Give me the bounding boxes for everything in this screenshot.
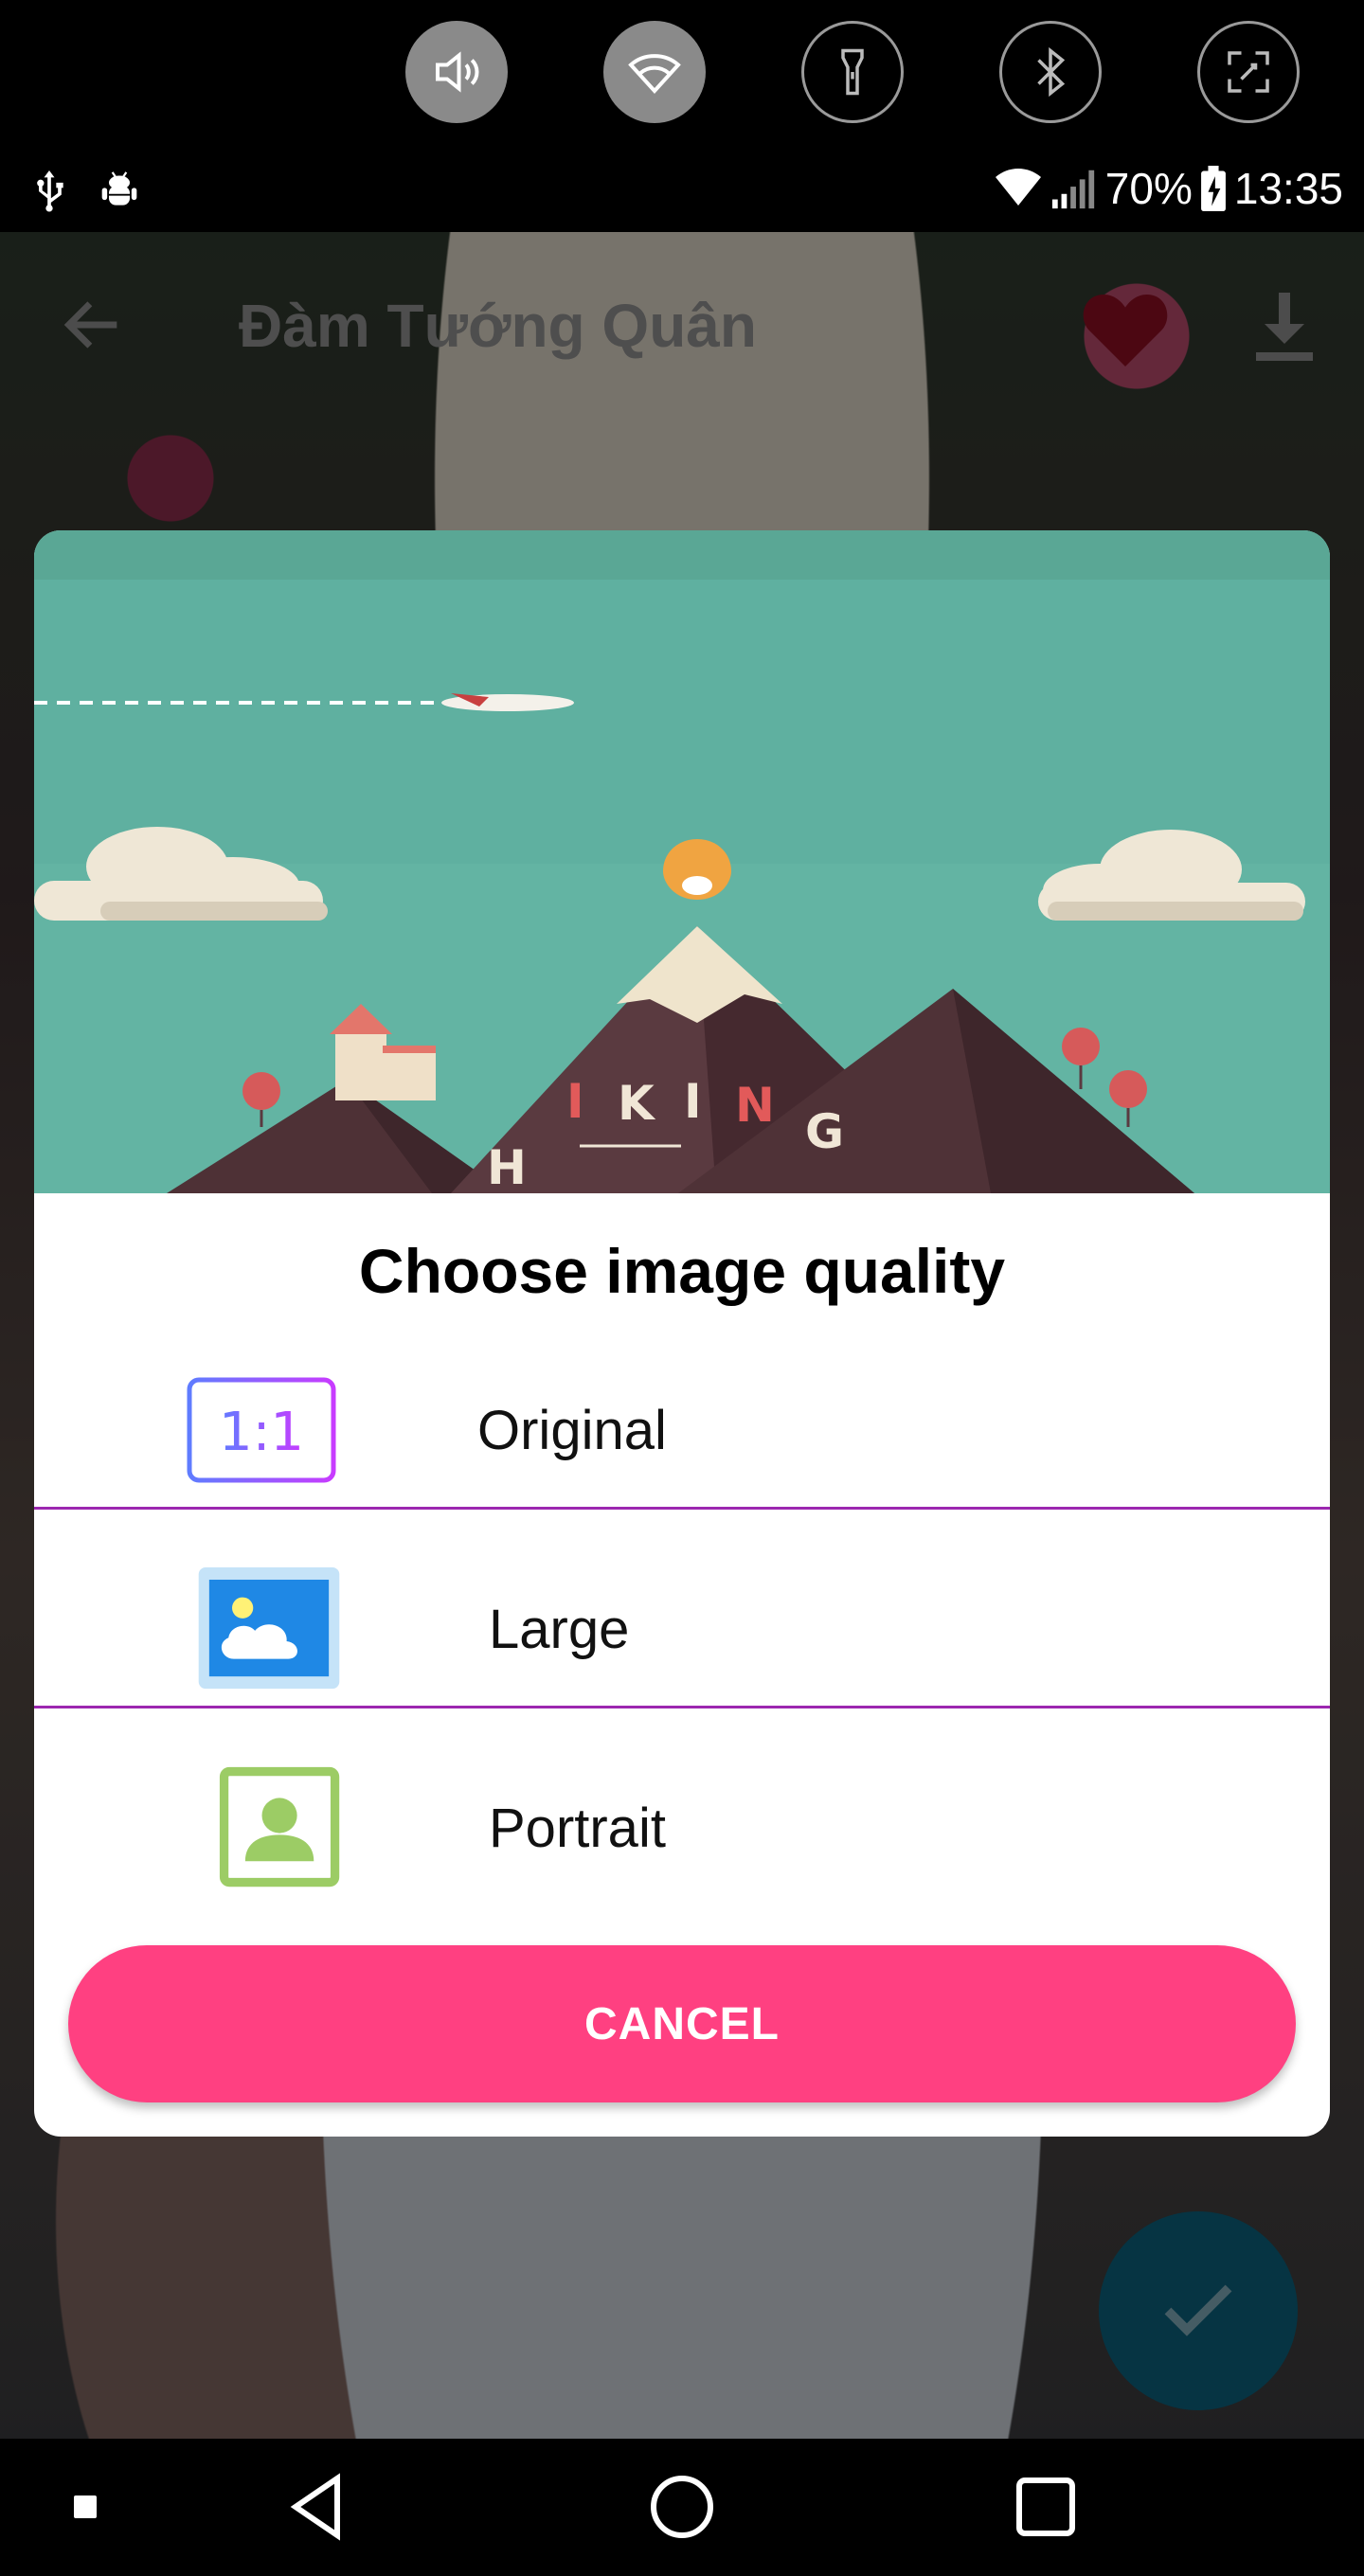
dialog-title: Choose image quality (358, 1236, 1006, 1306)
wifi-icon (628, 54, 681, 94)
ratio-1-1-icon: 1:1 (187, 1377, 336, 1483)
recents-dot-button[interactable] (47, 2469, 123, 2545)
back-button[interactable] (280, 2469, 356, 2545)
navigation-bar (0, 2439, 1364, 2576)
illustration-letter-h: H (487, 1140, 527, 1193)
home-circle-icon (651, 2476, 713, 2538)
cancel-button[interactable]: CANCEL (68, 1945, 1296, 2102)
divider (34, 1706, 1330, 1708)
screenshot-tile[interactable] (1197, 21, 1300, 123)
android-debug-icon (101, 171, 137, 206)
bluetooth-tile[interactable] (999, 21, 1102, 123)
cell-signal-icon (1051, 170, 1094, 209)
flashlight-tile[interactable] (801, 21, 904, 123)
option-portrait-label: Portrait (489, 1798, 666, 1859)
battery-percent: 70% (1104, 164, 1193, 213)
status-bar: 70% 13:35 (0, 152, 1364, 232)
landscape-image-icon (198, 1567, 340, 1690)
volume-tile[interactable] (405, 21, 508, 123)
wifi-tile[interactable] (603, 21, 706, 123)
bluetooth-icon (1037, 46, 1066, 98)
recents-dot-icon (74, 2496, 97, 2518)
option-large[interactable]: Large (34, 1530, 1330, 1728)
illustration-letter-i-2: I (684, 1074, 702, 1129)
screenshot-icon (1228, 51, 1269, 93)
divider (34, 1507, 1330, 1510)
clock: 13:35 (1233, 164, 1343, 213)
home-button[interactable] (644, 2469, 720, 2545)
illustration-letter-g: G (805, 1104, 844, 1159)
option-original[interactable]: 1:1 Original (34, 1331, 1330, 1530)
illustration-letter-k: K (618, 1076, 656, 1131)
option-original-label: Original (477, 1400, 667, 1461)
volume-icon (436, 51, 479, 93)
quick-settings-row (0, 0, 1364, 152)
hiking-illustration: H I K I N G (34, 530, 1330, 1193)
image-quality-dialog: H I K I N G Choose image quality 1:1 Ori… (34, 530, 1330, 2137)
option-portrait[interactable]: Portrait (34, 1728, 1330, 1927)
option-large-label: Large (489, 1599, 630, 1660)
usb-icon (37, 170, 63, 212)
ratio-label: 1:1 (219, 1402, 304, 1463)
overview-button[interactable] (1008, 2469, 1084, 2545)
illustration-letter-n: N (735, 1078, 775, 1133)
battery-charging-icon (1200, 166, 1226, 211)
back-triangle-icon (290, 2473, 340, 2541)
portrait-icon (219, 1766, 340, 1887)
overview-square-icon (1016, 2478, 1075, 2536)
wifi-signal-icon (995, 169, 1041, 206)
flashlight-icon (841, 48, 864, 96)
illustration-letter-i: I (566, 1074, 584, 1129)
